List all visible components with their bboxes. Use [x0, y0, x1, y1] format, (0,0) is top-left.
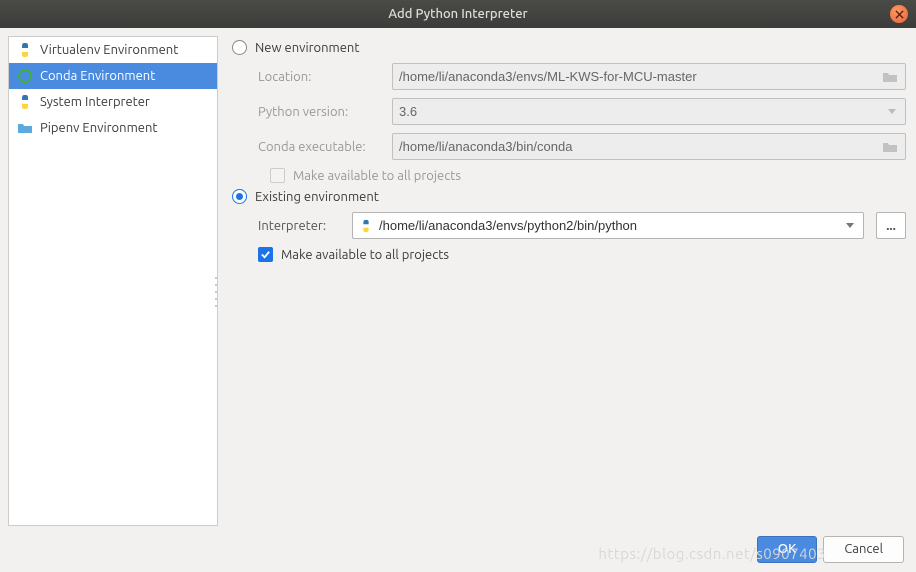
radio-existing-environment[interactable] — [232, 189, 247, 204]
sidebar-item-system[interactable]: System Interpreter — [9, 89, 217, 115]
main-panel: New environment Location: Python version… — [218, 28, 916, 526]
folder-icon — [881, 141, 899, 153]
interpreter-label: Interpreter: — [258, 219, 344, 233]
new-environment-section: Location: Python version: Conda executab… — [258, 63, 906, 183]
conda-exec-field — [392, 133, 906, 160]
conda-exec-label: Conda executable: — [258, 140, 384, 154]
available-all-checkbox-existing[interactable] — [258, 247, 273, 262]
folder-icon — [17, 120, 33, 136]
cancel-button[interactable]: Cancel — [823, 536, 904, 563]
resize-handle[interactable] — [215, 277, 220, 307]
python-version-field — [392, 98, 906, 125]
titlebar: Add Python Interpreter — [0, 0, 916, 28]
browse-button[interactable]: ... — [876, 212, 906, 239]
sidebar-item-label: Pipenv Environment — [40, 121, 158, 135]
window-title: Add Python Interpreter — [388, 7, 527, 21]
python-icon — [17, 94, 33, 110]
sidebar: Virtualenv Environment Conda Environment… — [8, 36, 218, 526]
chevron-down-icon — [885, 109, 899, 114]
chevron-down-icon[interactable] — [843, 223, 857, 228]
footer: https://blog.csdn.net/s0907403 OK Cancel — [0, 526, 916, 572]
python-version-label: Python version: — [258, 105, 384, 119]
available-all-checkbox-new — [270, 168, 285, 183]
sidebar-item-pipenv[interactable]: Pipenv Environment — [9, 115, 217, 141]
ok-button[interactable]: OK — [757, 536, 817, 563]
python-icon — [17, 42, 33, 58]
location-field — [392, 63, 906, 90]
existing-environment-section: Interpreter: ... Make available to all p… — [258, 212, 906, 262]
python-icon — [359, 219, 373, 233]
conda-exec-input — [399, 139, 881, 154]
location-label: Location: — [258, 70, 384, 84]
radio-new-environment[interactable] — [232, 40, 247, 55]
existing-environment-radio-row[interactable]: Existing environment — [232, 189, 906, 204]
sidebar-item-label: Conda Environment — [40, 69, 155, 83]
new-environment-radio-row[interactable]: New environment — [232, 40, 906, 55]
sidebar-item-conda[interactable]: Conda Environment — [9, 63, 217, 89]
interpreter-input[interactable] — [379, 218, 843, 233]
sidebar-item-label: Virtualenv Environment — [40, 43, 178, 57]
available-all-label-new: Make available to all projects — [293, 169, 461, 183]
interpreter-field[interactable] — [352, 212, 864, 239]
conda-icon — [17, 68, 33, 84]
sidebar-item-virtualenv[interactable]: Virtualenv Environment — [9, 37, 217, 63]
new-environment-label: New environment — [255, 41, 359, 55]
folder-icon — [881, 71, 899, 83]
available-all-label-existing: Make available to all projects — [281, 248, 449, 262]
location-input — [399, 69, 881, 84]
close-icon[interactable] — [890, 5, 908, 23]
sidebar-item-label: System Interpreter — [40, 95, 150, 109]
python-version-input — [399, 104, 885, 119]
existing-environment-label: Existing environment — [255, 190, 379, 204]
